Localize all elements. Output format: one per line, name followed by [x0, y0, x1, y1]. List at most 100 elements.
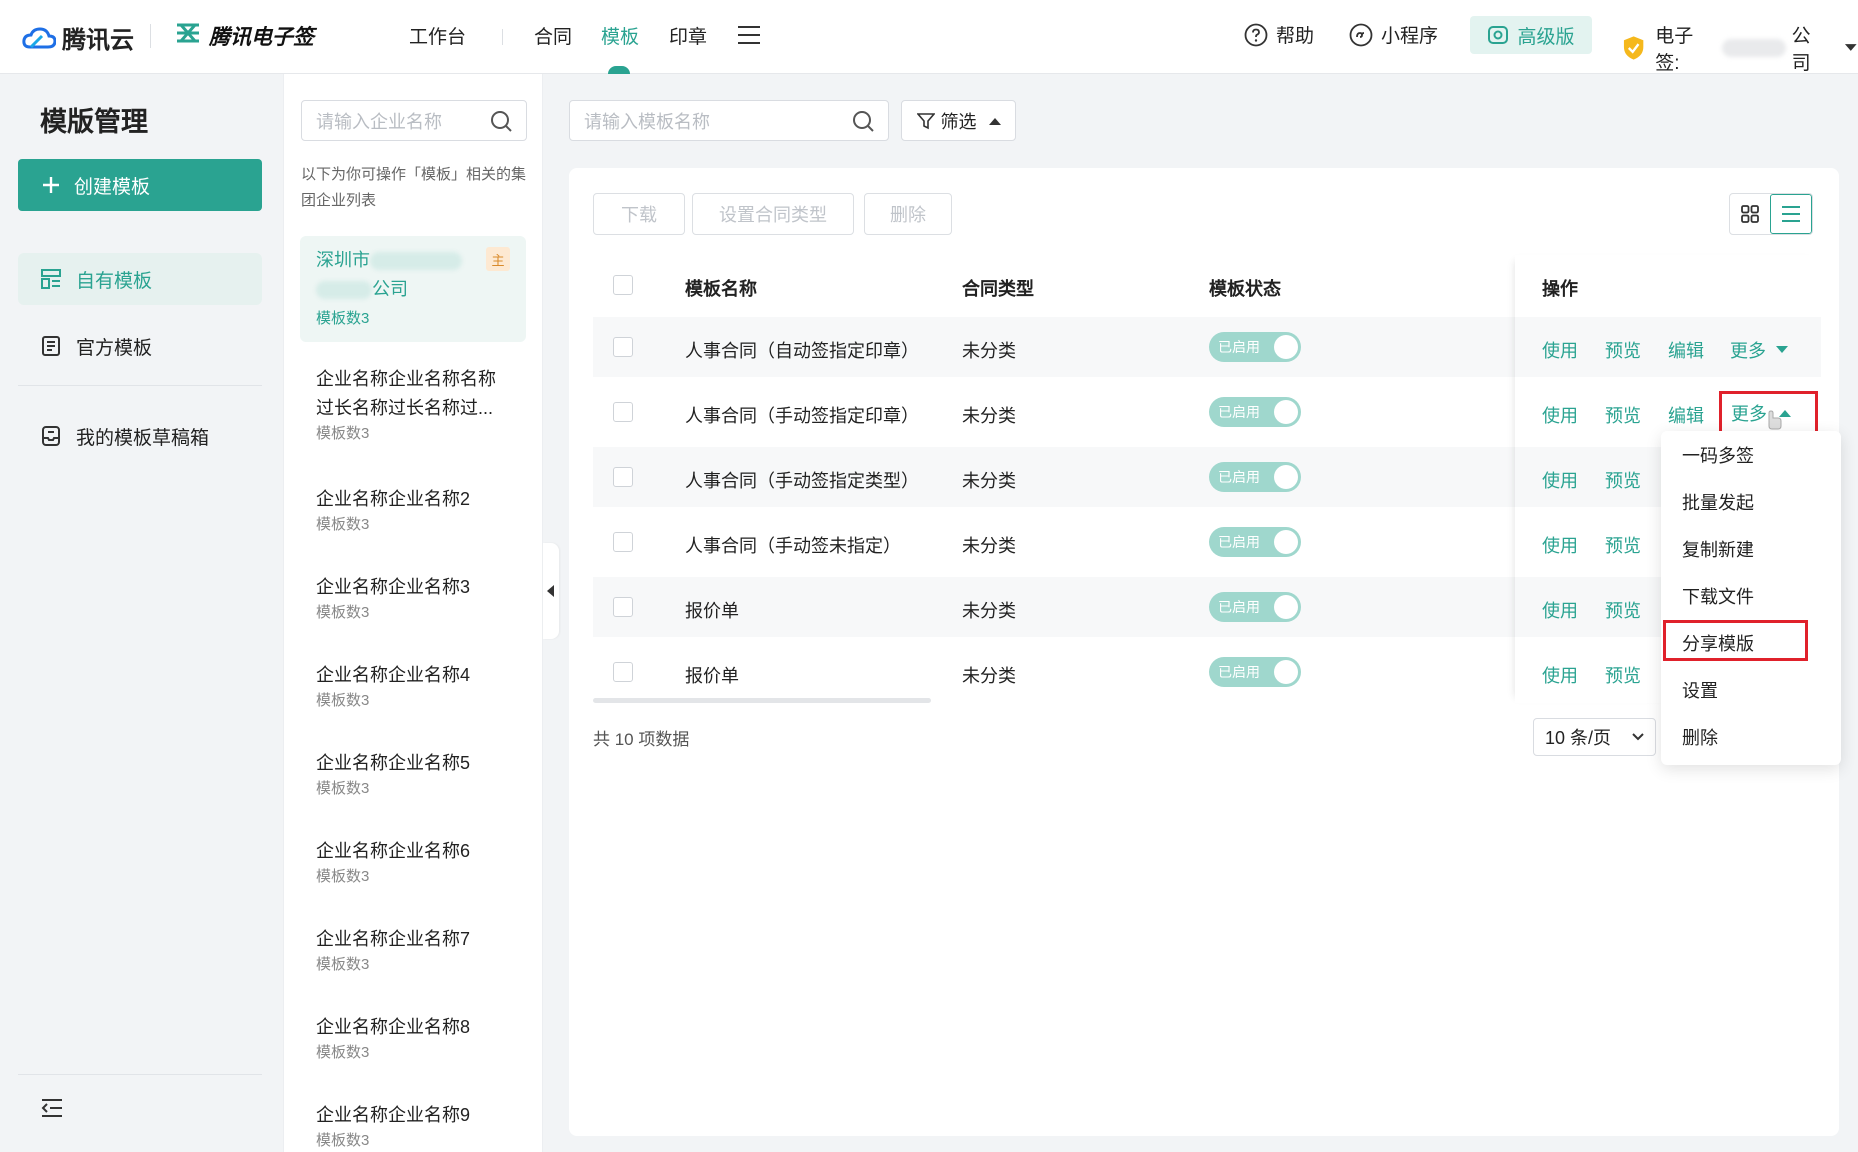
- create-template-label: 创建模板: [74, 176, 151, 198]
- company-search-input[interactable]: 请输入企业名称: [301, 100, 527, 141]
- contract-type: 未分类: [962, 536, 1016, 556]
- company-template-count: 模板数3: [316, 1044, 370, 1061]
- company-name: 深圳市: [316, 250, 370, 270]
- edit-link[interactable]: 编辑: [1668, 402, 1704, 428]
- status-toggle[interactable]: 已启用: [1209, 657, 1301, 687]
- company-item[interactable]: 企业名称企业名称7 模板数3: [316, 925, 470, 976]
- nav-workbench[interactable]: 工作台: [409, 22, 466, 49]
- preview-link[interactable]: 预览: [1605, 662, 1641, 688]
- company-item[interactable]: 企业名称企业名称9 模板数3: [316, 1101, 470, 1152]
- menu-item-delete[interactable]: 删除: [1682, 724, 1718, 750]
- contract-type: 未分类: [962, 406, 1016, 426]
- toggle-knob: [1274, 335, 1298, 359]
- preview-link[interactable]: 预览: [1605, 532, 1641, 558]
- company-item[interactable]: 企业名称企业名称4 模板数3: [316, 661, 470, 712]
- tencent-cloud-logo[interactable]: 腾讯云: [22, 20, 134, 55]
- filter-button[interactable]: 筛选: [901, 100, 1016, 141]
- sidebar-item-official-templates[interactable]: 官方模板: [18, 320, 262, 372]
- company-item[interactable]: 深圳市 公司 模板数3: [316, 246, 462, 330]
- main-company-tag: 主: [486, 247, 510, 271]
- company-template-count: 模板数3: [316, 425, 370, 442]
- menu-item-download-file[interactable]: 下载文件: [1682, 583, 1754, 609]
- template-name[interactable]: 人事合同（手动签未指定）: [685, 532, 901, 558]
- company-name: 企业名称企业名称4: [316, 665, 471, 685]
- account-suffix: 公司: [1791, 26, 1811, 74]
- menu-item-settings[interactable]: 设置: [1682, 677, 1718, 703]
- template-name[interactable]: 人事合同（手动签指定类型）: [685, 467, 919, 493]
- mini-program-link[interactable]: 小程序: [1349, 21, 1438, 48]
- sidebar-item-own-templates[interactable]: 自有模板: [18, 253, 262, 305]
- download-button[interactable]: 下载: [593, 193, 685, 235]
- esign-logo-icon: [175, 22, 201, 50]
- product-name: 腾讯电子签: [209, 26, 314, 49]
- row-checkbox[interactable]: [613, 402, 633, 422]
- status-label: 已启用: [1218, 469, 1260, 485]
- edit-link[interactable]: 编辑: [1668, 337, 1704, 363]
- row-checkbox[interactable]: [613, 532, 633, 552]
- plus-icon: [43, 177, 59, 193]
- preview-link[interactable]: 预览: [1605, 597, 1641, 623]
- hamburger-menu-icon[interactable]: [738, 25, 760, 50]
- status-toggle[interactable]: 已启用: [1209, 527, 1301, 557]
- collapse-sidebar-icon[interactable]: [41, 1098, 63, 1123]
- row-checkbox[interactable]: [613, 337, 633, 357]
- template-name[interactable]: 报价单: [685, 662, 739, 688]
- use-link[interactable]: 使用: [1542, 532, 1578, 558]
- esign-logo[interactable]: 腾讯电子签: [175, 21, 314, 51]
- contract-type: 未分类: [962, 471, 1016, 491]
- company-item[interactable]: 企业名称企业名称6 模板数3: [316, 837, 470, 888]
- row-checkbox[interactable]: [613, 467, 633, 487]
- template-name[interactable]: 人事合同（自动签指定印章）: [685, 337, 919, 363]
- use-link[interactable]: 使用: [1542, 402, 1578, 428]
- delete-button[interactable]: 删除: [864, 193, 952, 235]
- menu-item-one-code-multi-sign[interactable]: 一码多签: [1682, 442, 1754, 468]
- horizontal-scrollbar[interactable]: [593, 698, 931, 703]
- header-divider: [150, 24, 151, 48]
- company-item[interactable]: 企业名称企业名称2 模板数3: [316, 485, 470, 536]
- edition-badge[interactable]: 高级版: [1470, 16, 1592, 54]
- total-count: 共 10 项数据: [593, 730, 690, 749]
- sidebar-item-label: 官方模板: [76, 337, 153, 359]
- row-checkbox[interactable]: [613, 597, 633, 617]
- menu-item-share-template[interactable]: 分享模版: [1682, 630, 1754, 656]
- company-item[interactable]: 企业名称企业名称名称 过长名称过长名称过... 模板数3: [316, 365, 496, 445]
- grid-view-icon[interactable]: [1730, 194, 1770, 234]
- collapse-panel-handle[interactable]: [543, 543, 559, 639]
- sidebar-item-draft-box[interactable]: 我的模板草稿箱: [18, 410, 262, 462]
- use-link[interactable]: 使用: [1542, 597, 1578, 623]
- nav-contracts[interactable]: 合同: [534, 22, 572, 49]
- status-toggle[interactable]: 已启用: [1209, 592, 1301, 622]
- company-name: 企业名称企业名称9: [316, 1105, 471, 1125]
- template-name[interactable]: 报价单: [685, 597, 739, 623]
- menu-item-copy-new[interactable]: 复制新建: [1682, 536, 1754, 562]
- account-switcher[interactable]: 电子签: 公司: [1622, 21, 1858, 75]
- company-item[interactable]: 企业名称企业名称3 模板数3: [316, 573, 470, 624]
- set-contract-type-button[interactable]: 设置合同类型: [692, 193, 854, 235]
- template-search-input[interactable]: 请输入模板名称: [569, 100, 889, 141]
- page-size-select[interactable]: 10 条/页: [1533, 718, 1656, 756]
- status-toggle[interactable]: 已启用: [1209, 462, 1301, 492]
- company-item[interactable]: 企业名称企业名称8 模板数3: [316, 1013, 470, 1064]
- view-toggle: [1729, 193, 1813, 235]
- row-checkbox[interactable]: [613, 662, 633, 682]
- preview-link[interactable]: 预览: [1605, 337, 1641, 363]
- select-all-checkbox[interactable]: [613, 275, 633, 295]
- status-toggle[interactable]: 已启用: [1209, 332, 1301, 362]
- status-label: 已启用: [1218, 404, 1260, 420]
- list-view-icon[interactable]: [1770, 194, 1812, 234]
- preview-link[interactable]: 预览: [1605, 402, 1641, 428]
- more-dropdown-trigger[interactable]: 更多: [1730, 337, 1788, 363]
- nav-seals[interactable]: 印章: [669, 22, 707, 49]
- use-link[interactable]: 使用: [1542, 337, 1578, 363]
- status-toggle[interactable]: 已启用: [1209, 397, 1301, 427]
- use-link[interactable]: 使用: [1542, 467, 1578, 493]
- use-link[interactable]: 使用: [1542, 662, 1578, 688]
- nav-templates[interactable]: 模板: [601, 22, 639, 49]
- preview-link[interactable]: 预览: [1605, 467, 1641, 493]
- company-name: 过长名称过长名称过...: [316, 398, 494, 418]
- help-link[interactable]: 帮助: [1244, 21, 1314, 48]
- menu-item-batch-initiate[interactable]: 批量发起: [1682, 489, 1754, 515]
- company-item[interactable]: 企业名称企业名称5 模板数3: [316, 749, 470, 800]
- create-template-button[interactable]: 创建模板: [18, 159, 262, 211]
- template-name[interactable]: 人事合同（手动签指定印章）: [685, 402, 919, 428]
